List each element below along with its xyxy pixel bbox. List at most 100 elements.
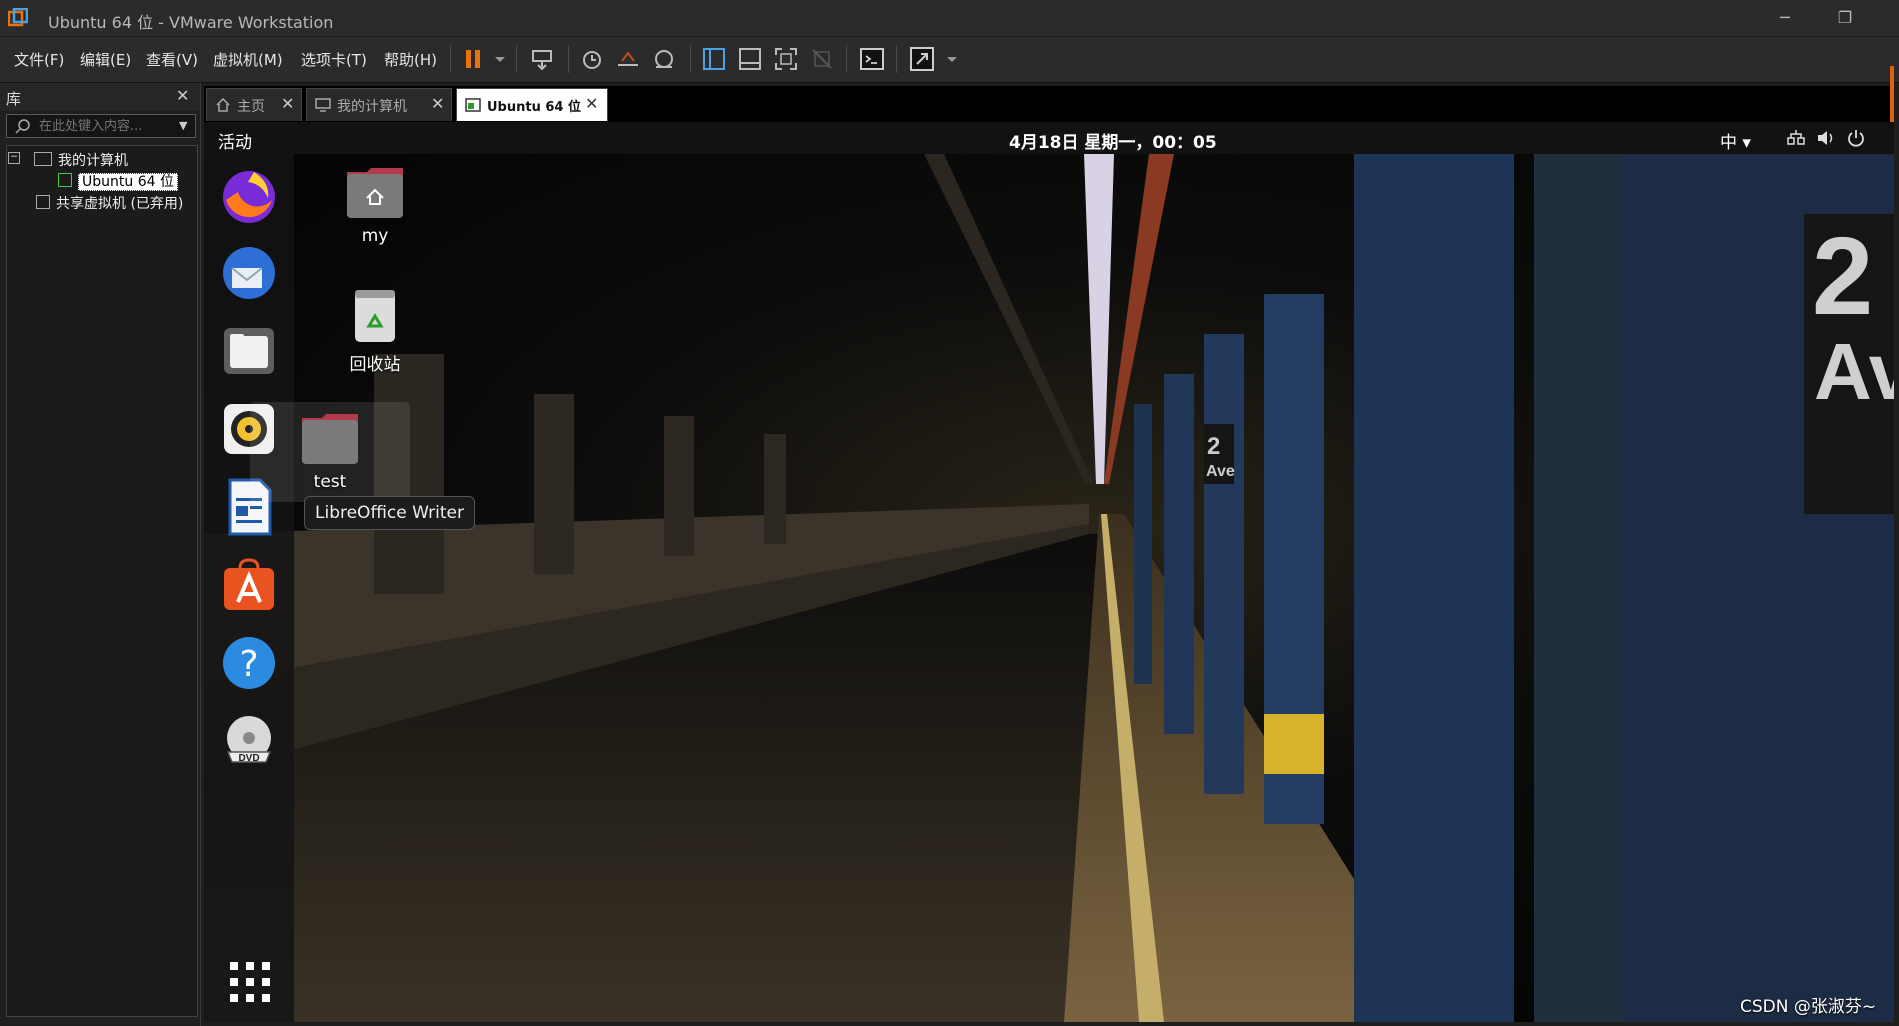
svg-text:2: 2 — [1812, 215, 1873, 338]
snapshot-clock-icon — [583, 51, 601, 69]
input-method-indicator[interactable]: 中 ▾ — [1720, 128, 1751, 153]
stretch-dropdown[interactable] — [938, 45, 957, 73]
library-search-box[interactable]: ▼ — [6, 114, 196, 138]
full-screen-button[interactable] — [772, 45, 800, 73]
library-header: 库 ✕ — [0, 83, 200, 111]
menu-view[interactable]: 查看(V) — [146, 49, 198, 70]
minimize-icon: ─ — [1780, 8, 1790, 27]
restore-button[interactable]: ❐ — [1825, 6, 1865, 30]
dvd-icon[interactable]: DVD — [218, 710, 280, 772]
desktop-icon-label: 回收站 — [349, 355, 401, 375]
menu-tabs[interactable]: 选项卡(T) — [301, 49, 367, 70]
close-tab-button[interactable]: ✕ — [585, 94, 598, 113]
close-tab-button[interactable]: ✕ — [431, 94, 444, 113]
power-dropdown[interactable] — [486, 45, 505, 73]
svg-text:Av: Av — [1814, 327, 1894, 416]
library-panel: 库 ✕ ▼ − 我的计算机 Ubuntu 64 位 共享虚拟机 (已弃用) — [0, 83, 201, 1026]
library-title: 库 — [6, 90, 22, 108]
tree-item-label: 我的计算机 — [58, 153, 128, 169]
close-library-button[interactable]: ✕ — [176, 86, 189, 105]
thunderbird-icon[interactable] — [218, 242, 280, 304]
power-icon[interactable] — [1846, 128, 1866, 148]
snapshot-manager-icon — [655, 50, 673, 68]
tree-collapse-toggle[interactable]: − — [8, 152, 20, 164]
vm-icon — [465, 98, 481, 112]
tab-ubuntu-vm[interactable]: Ubuntu 64 位 ✕ — [456, 88, 608, 121]
volume-icon[interactable] — [1816, 128, 1836, 148]
toolbar-separator — [516, 45, 517, 73]
toolbar-separator — [846, 45, 847, 73]
shared-vm-icon — [36, 195, 50, 209]
library-panel-icon — [703, 48, 725, 70]
title-bar: Ubuntu 64 位 - VMware Workstation ─ ❐ — [0, 0, 1899, 37]
search-icon — [15, 119, 30, 134]
revert-snapshot-button[interactable] — [614, 45, 642, 73]
terminal-icon — [860, 48, 884, 70]
ubuntu-software-icon[interactable] — [218, 554, 280, 616]
restore-icon: ❐ — [1837, 8, 1853, 27]
tab-label: Ubuntu 64 位 — [487, 100, 581, 115]
toolbar-separator — [568, 45, 569, 73]
send-ctrl-alt-del-button[interactable] — [528, 45, 556, 73]
network-icon[interactable] — [1786, 128, 1806, 148]
library-tree — [6, 145, 198, 1017]
thumbnail-bar-button[interactable] — [736, 45, 764, 73]
vm-icon — [58, 173, 72, 187]
snapshot-button[interactable] — [578, 45, 606, 73]
chevron-down-icon[interactable]: ▼ — [179, 119, 187, 132]
help-icon[interactable]: ? — [218, 632, 280, 694]
tab-home[interactable]: 主页 ✕ — [206, 88, 302, 121]
dock-tooltip: LibreOffice Writer — [304, 496, 475, 530]
show-library-button[interactable] — [700, 45, 728, 73]
vm-scrollbar[interactable] — [1890, 66, 1894, 122]
menu-edit[interactable]: 编辑(E) — [80, 49, 131, 70]
pause-button[interactable] — [460, 45, 488, 73]
tree-item-my-computer[interactable]: 我的计算机 — [34, 150, 128, 170]
chevron-down-icon — [947, 57, 957, 62]
folder-icon — [302, 414, 358, 464]
activities-button[interactable]: 活动 — [218, 128, 252, 153]
menu-file[interactable]: 文件(F) — [14, 49, 64, 70]
files-icon[interactable] — [218, 320, 280, 382]
computer-icon — [315, 98, 331, 112]
fullscreen-icon — [775, 48, 797, 70]
tab-my-computer[interactable]: 我的计算机 ✕ — [306, 88, 452, 121]
library-search-input[interactable] — [39, 115, 169, 137]
desktop-icon-label: my — [361, 226, 389, 246]
menu-bar: 文件(F) 编辑(E) 查看(V) 虚拟机(M) 选项卡(T) 帮助(H) — [0, 37, 1899, 83]
vm-display[interactable]: 2 Av 2 Ave 活动 4月18日 星期一，00：05 中 ▾ ? DVD … — [204, 122, 1894, 1022]
stretch-guest-button[interactable] — [908, 45, 936, 73]
desktop-icon-trash[interactable]: 回收站 — [320, 288, 430, 375]
desktop-icon-label: test — [313, 472, 347, 492]
svg-text:?: ? — [239, 644, 258, 685]
toolbar-separator — [896, 45, 897, 73]
home-icon — [216, 98, 230, 112]
show-applications-icon[interactable] — [228, 960, 272, 1004]
tree-item-label: 共享虚拟机 (已弃用) — [56, 196, 184, 212]
tab-label: 主页 — [237, 99, 265, 115]
tree-item-shared-vms[interactable]: 共享虚拟机 (已弃用) — [36, 193, 183, 213]
computer-icon — [34, 152, 52, 166]
svg-text:DVD: DVD — [238, 753, 259, 764]
console-view-button[interactable] — [858, 45, 886, 73]
vmware-logo-icon — [8, 8, 28, 27]
revert-icon — [618, 51, 638, 66]
gnome-top-bar: 活动 4月18日 星期一，00：05 中 ▾ — [204, 122, 1894, 154]
menu-vm[interactable]: 虚拟机(M) — [213, 49, 283, 70]
clock[interactable]: 4月18日 星期一，00：05 — [1009, 128, 1217, 153]
svg-text:2: 2 — [1207, 433, 1220, 460]
chevron-down-icon — [495, 57, 505, 62]
desktop-icon-test[interactable]: test — [250, 402, 410, 502]
snapshot-manager-button[interactable] — [650, 45, 678, 73]
subway-wallpaper: 2 Av 2 Ave — [204, 154, 1894, 1022]
close-tab-button[interactable]: ✕ — [281, 94, 294, 113]
desktop-icon-home[interactable]: my — [320, 164, 430, 246]
menu-help[interactable]: 帮助(H) — [384, 49, 437, 70]
firefox-icon[interactable] — [218, 164, 280, 226]
thumbnail-icon — [739, 48, 761, 70]
home-folder-icon — [347, 168, 403, 218]
unity-button[interactable] — [808, 45, 836, 73]
tab-bar: 主页 ✕ 我的计算机 ✕ Ubuntu 64 位 ✕ — [204, 86, 1894, 122]
minimize-button[interactable]: ─ — [1765, 6, 1805, 30]
tree-item-ubuntu-vm[interactable]: Ubuntu 64 位 — [58, 171, 178, 191]
